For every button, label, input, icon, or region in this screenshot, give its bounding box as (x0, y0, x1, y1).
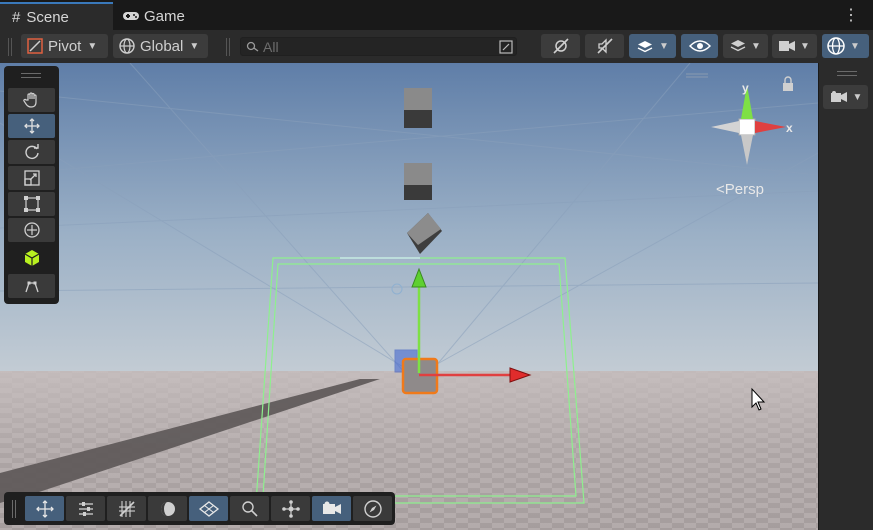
tools-overlay (4, 66, 59, 304)
camera-icon (322, 501, 341, 514)
more-options-icon[interactable]: ⋮ (843, 5, 859, 25)
tab-scene-label: Scene (26, 8, 69, 26)
chevron-down-icon: ▼ (87, 40, 98, 52)
layers-dropdown[interactable]: ▼ (723, 34, 768, 58)
search-icon (246, 41, 259, 52)
scene-viewport[interactable]: y x <Persp (0, 63, 818, 530)
grid-snap-button[interactable] (107, 496, 146, 521)
chevron-down-icon: ▼ (189, 40, 200, 52)
cube[interactable] (404, 163, 432, 200)
effects-icon (637, 41, 653, 53)
hash-icon: # (12, 8, 21, 26)
sphere-shading-icon (160, 501, 175, 516)
gamepad-icon (123, 12, 139, 20)
expand-icon[interactable] (499, 40, 513, 54)
toolbar-grip[interactable] (8, 38, 12, 56)
camera-preview-dropdown[interactable]: ▼ (823, 85, 868, 109)
scale-icon (23, 170, 40, 186)
tab-game-label: Game (144, 7, 185, 25)
arrow-left-icon: < (716, 181, 725, 198)
compass-button[interactable] (353, 496, 392, 521)
gizmo-globe-icon (827, 37, 845, 55)
custom-tool-button[interactable] (8, 246, 55, 270)
bottom-overlay-toolbar (4, 492, 395, 525)
cube[interactable] (404, 88, 432, 128)
move-tool-button[interactable] (8, 114, 55, 138)
rect-transform-icon (23, 196, 40, 212)
chevron-down-icon: ▼ (659, 40, 669, 52)
search-placeholder: All (263, 38, 279, 55)
overlay-grip[interactable] (12, 500, 16, 518)
right-side-panel: ▼ (818, 63, 873, 530)
search-field[interactable]: All (240, 37, 517, 56)
edit-collider-button[interactable] (8, 274, 55, 298)
shading-mode-button[interactable] (148, 496, 187, 521)
projection-toggle[interactable]: <Persp (716, 181, 764, 198)
overlay-grip[interactable] (21, 73, 41, 78)
scene-settings-button[interactable] (66, 496, 105, 521)
audio-toggle-button[interactable] (585, 34, 624, 58)
chevron-down-icon: ▼ (850, 40, 860, 52)
search-icon (241, 500, 258, 517)
chevron-down-icon: ▼ (852, 91, 863, 103)
camera-icon (779, 41, 795, 51)
chevron-down-icon: ▼ (751, 40, 761, 52)
search-scene-button[interactable] (230, 496, 269, 521)
gizmos-dropdown[interactable]: ▼ (822, 34, 869, 58)
cube-icon (24, 250, 39, 266)
global-dropdown[interactable]: Global ▼ (113, 34, 208, 58)
layers-icon (730, 40, 746, 52)
chevron-down-icon: ▼ (800, 40, 810, 52)
rotate-icon (24, 144, 39, 159)
move-snap-button[interactable] (25, 496, 64, 521)
grid-icon (118, 500, 135, 517)
x-axis-label: x (786, 121, 793, 135)
overlay-grip[interactable] (837, 71, 857, 76)
pivot-dropdown[interactable]: Pivot ▼ (21, 34, 108, 58)
global-label: Global (140, 37, 184, 55)
audio-off-icon (596, 38, 613, 54)
pivot-label: Pivot (48, 37, 82, 55)
globe-icon (119, 38, 135, 54)
tab-game[interactable]: Game (122, 2, 185, 30)
nodes-button[interactable] (271, 496, 310, 521)
grid-visibility-button[interactable] (189, 496, 228, 521)
effects-dropdown[interactable]: ▼ (629, 34, 676, 58)
light-off-icon (552, 38, 569, 54)
sliders-icon (78, 501, 93, 516)
camera-dropdown[interactable]: ▼ (772, 34, 817, 58)
transform-tool-button[interactable] (8, 218, 55, 242)
transform-icon (23, 222, 40, 238)
rect-tool-button[interactable] (8, 192, 55, 216)
move-icon (35, 499, 54, 518)
tab-scene[interactable]: # Scene (0, 2, 113, 30)
scene-toolbar: Pivot ▼ Global ▼ All ▼ ▼ ▼ ▼ (0, 30, 873, 63)
toolbar-grip[interactable] (226, 38, 230, 56)
eye-icon (688, 40, 711, 52)
scene-visibility-button[interactable] (681, 34, 718, 58)
compass-icon (363, 499, 382, 518)
camera-overlay-button[interactable] (312, 496, 351, 521)
path-edit-icon (24, 281, 39, 293)
toggle-2d-button[interactable] (541, 34, 580, 58)
hand-tool-button[interactable] (8, 88, 55, 112)
persp-label: Persp (724, 181, 764, 198)
nodes-icon (281, 499, 300, 518)
camera-icon (830, 91, 847, 102)
y-axis-label: y (742, 81, 749, 95)
move-icon (23, 118, 40, 134)
tab-bar: # Scene Game ⋮ (0, 0, 873, 30)
scene-canvas[interactable] (0, 63, 818, 530)
plane-grid-icon (198, 500, 219, 517)
hand-icon (22, 92, 37, 108)
scale-tool-button[interactable] (8, 166, 55, 190)
rotate-tool-button[interactable] (8, 140, 55, 164)
pivot-icon (27, 38, 43, 54)
